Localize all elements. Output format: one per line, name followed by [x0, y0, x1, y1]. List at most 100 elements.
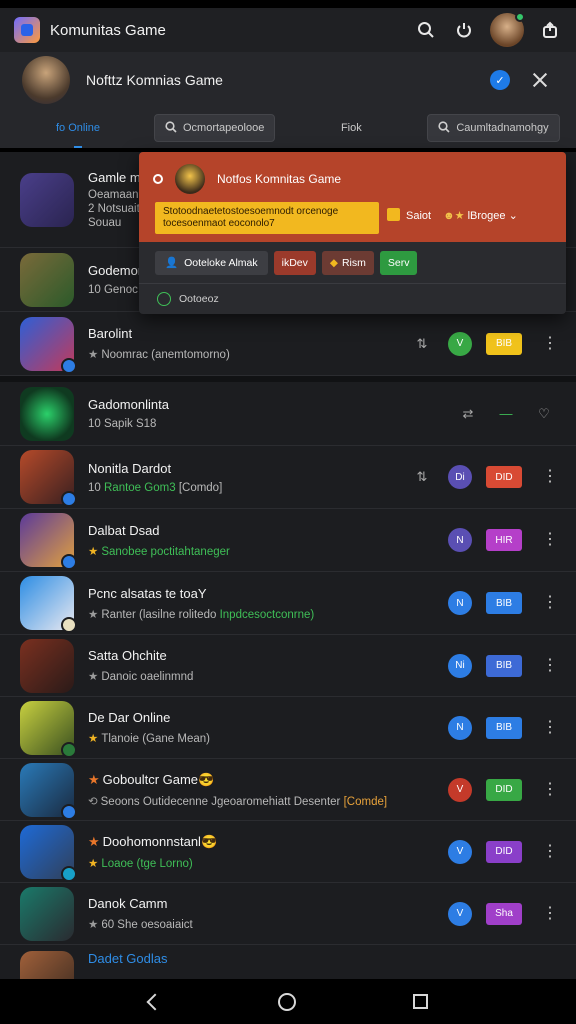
- power-icon[interactable]: [452, 18, 476, 42]
- header-avatar: [22, 56, 70, 104]
- star-icon: ★: [88, 919, 99, 931]
- chip-rism[interactable]: ◆ Rism: [321, 250, 374, 275]
- more-options-icon[interactable]: ⋮: [542, 657, 558, 674]
- recents-icon[interactable]: [412, 994, 428, 1009]
- badge-label: lBrogee: [467, 209, 506, 222]
- popup-chip-row: 👤 Ooteloke Almak ikDev ◆ Rism Serv: [139, 242, 566, 284]
- save-button[interactable]: Saiot: [387, 208, 431, 222]
- list-item[interactable]: Dalbat Dsad ★ Sanobee poctitahtaneger N H…: [0, 509, 576, 572]
- game-subtitle: 10 Rantoe Gom3 [Comdo]: [88, 482, 410, 494]
- game-subtitle-text: Danoic oaelinmnd: [101, 671, 194, 683]
- list-item[interactable]: De Dar Online ★ Tlanoie (Gane Mean) N BIB…: [0, 697, 576, 759]
- game-name: Gadomonlinta: [88, 397, 169, 412]
- star-icon: ★: [88, 857, 99, 870]
- chip-serv[interactable]: Serv: [379, 250, 418, 275]
- game-subtitle: ★ Ranter (lasilne rolitedo Inpdcesoctconr…: [88, 607, 448, 621]
- more-options-icon[interactable]: ⋮: [542, 335, 558, 352]
- dash-indicator: —: [499, 406, 513, 421]
- subtitle-prefix: 10: [88, 481, 101, 494]
- status-pill[interactable]: BIB: [486, 592, 522, 614]
- subtitle-highlight: Rantoe Gom3: [104, 481, 176, 494]
- game-thumbnail: [20, 762, 77, 820]
- status-circle[interactable]: V: [448, 901, 472, 926]
- more-options-icon[interactable]: ⋮: [542, 719, 558, 736]
- subtitle-highlight: Inpdcesoctconrne): [219, 608, 315, 621]
- more-options-icon[interactable]: ⋮: [542, 905, 558, 922]
- game-name: Nonitla Dardot: [88, 460, 172, 476]
- popup-banner: Stotoodnaetetostoesoemnodt orcenoge toce…: [155, 202, 379, 234]
- list-item[interactable]: Danok Camm ★ 60 She oesoaiaict V Sha ⋮: [0, 883, 576, 945]
- tab-search-2[interactable]: Caumltadnamohgy: [427, 114, 560, 142]
- tag-icon: ◆: [329, 256, 338, 269]
- game-thumbnail: [20, 316, 77, 374]
- more-options-icon[interactable]: ⋮: [542, 469, 558, 485]
- status-pill[interactable]: Sha: [486, 902, 522, 925]
- popup-footer[interactable]: Ootoeoz: [139, 284, 566, 314]
- search-icon[interactable]: [414, 18, 438, 42]
- list-item[interactable]: Barolint ★ Noomrac (anemtomorno) ⇅ V BIB …: [0, 312, 576, 376]
- pin-icon[interactable]: ⇅: [410, 336, 434, 352]
- status-circle[interactable]: V: [448, 839, 472, 864]
- badge-dropdown[interactable]: ☻★ lBrogee ⌄: [443, 209, 518, 222]
- list-item[interactable]: ★ Goboultcr Game😎 ⟲ Seoons Outidecenne Jge…: [0, 759, 576, 821]
- status-pill[interactable]: BIB: [486, 332, 522, 355]
- share-icon[interactable]: [538, 18, 562, 42]
- tab-search-1[interactable]: Ocmortapeolooe: [154, 114, 276, 142]
- status-pill[interactable]: DID: [486, 840, 522, 863]
- status-circle[interactable]: N: [448, 528, 472, 552]
- more-options-icon[interactable]: ⋮: [542, 595, 558, 611]
- status-pill[interactable]: BIB: [486, 654, 522, 677]
- status-pill[interactable]: DID: [486, 778, 522, 801]
- status-pill[interactable]: DID: [486, 466, 522, 488]
- star-icon: ★: [88, 608, 99, 621]
- list-item[interactable]: Nonitla Dardot 10 Rantoe Gom3 [Comdo] ⇅ …: [0, 446, 576, 509]
- list-item[interactable]: Satta Ohchite ★ Danoic oaelinmnd Ni BIB ⋮: [0, 635, 576, 697]
- status-pill[interactable]: BIB: [486, 716, 522, 739]
- back-icon[interactable]: [146, 993, 163, 1010]
- close-icon[interactable]: [532, 72, 548, 88]
- more-options-icon[interactable]: ⋮: [542, 781, 558, 798]
- list-item[interactable]: Pcnc alsatas te toaY ★ Ranter (lasilne ro…: [0, 572, 576, 635]
- status-circle[interactable]: Di: [448, 465, 472, 489]
- status-pill[interactable]: HIR: [486, 529, 522, 551]
- swap-icon[interactable]: ⇄: [456, 406, 480, 422]
- tab-online[interactable]: fo Online: [16, 114, 140, 148]
- verified-check-icon[interactable]: ✓: [490, 70, 510, 90]
- pin-icon[interactable]: ⇅: [410, 469, 434, 485]
- user-icon: 👤: [165, 257, 179, 269]
- game-name: Dalbat Dsad: [88, 522, 160, 538]
- refresh-icon: ⟲: [88, 795, 98, 808]
- radio-icon[interactable]: [153, 174, 163, 184]
- status-circle[interactable]: V: [448, 777, 472, 802]
- chip-dev[interactable]: ikDev: [273, 250, 316, 275]
- system-nav-bar: [0, 979, 576, 1024]
- verified-badge: [61, 357, 77, 374]
- game-thumbnail: [20, 450, 77, 507]
- game-thumbnail: [20, 576, 77, 633]
- game-subtitle-text: Tlanoie (Gane Mean): [101, 733, 210, 745]
- app-title: Komunitas Game: [50, 21, 166, 39]
- user-avatar[interactable]: [490, 12, 525, 47]
- tab-fiok[interactable]: Fiok: [289, 114, 413, 142]
- subtitle-suffix: [Comdo]: [178, 481, 223, 494]
- status-circle[interactable]: N: [448, 715, 472, 740]
- heart-icon[interactable]: ♡: [532, 406, 556, 422]
- game-name: De Dar Online: [88, 710, 171, 725]
- more-options-icon[interactable]: ⋮: [542, 532, 558, 548]
- chevron-down-icon: ⌄: [508, 209, 518, 222]
- game-subtitle: ★ Noomrac (anemtomorno): [88, 347, 410, 361]
- game-thumbnail: [20, 886, 74, 941]
- list-item[interactable]: Gadomonlinta 10 Sapik S18 ⇄ — ♡: [0, 382, 576, 446]
- home-icon[interactable]: [277, 992, 296, 1011]
- status-circle[interactable]: Ni: [448, 653, 472, 678]
- game-subtitle-text: Seoons Outidecenne Jgeoaromehiatt Desent…: [100, 795, 341, 808]
- list-item[interactable]: ★ Doohomonnstanl😎 ★ Loaoe (tge Lorno) V DI…: [0, 821, 576, 883]
- status-circle[interactable]: V: [448, 331, 472, 356]
- game-subtitle: ★ 60 She oesoaiaict: [88, 917, 448, 931]
- subtitle-highlight: Loaoe (tge Lorno): [101, 857, 193, 870]
- more-options-icon[interactable]: ⋮: [542, 843, 558, 860]
- notification-popup: Notfos Komnitas Game Stotoodnaetetostoes…: [139, 152, 566, 314]
- status-circle[interactable]: N: [448, 591, 472, 615]
- chip-user[interactable]: 👤 Ooteloke Almak: [155, 250, 268, 275]
- game-subtitle: ★ Tlanoie (Gane Mean): [88, 731, 448, 745]
